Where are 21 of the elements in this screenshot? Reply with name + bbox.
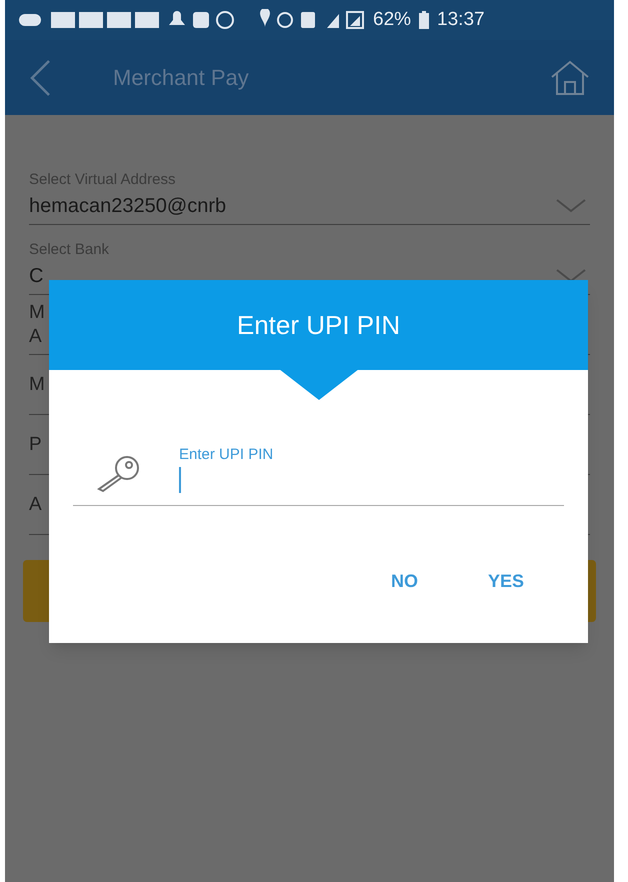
back-icon[interactable] xyxy=(29,58,51,96)
clock-time: 13:37 xyxy=(437,8,485,32)
home-icon[interactable] xyxy=(550,60,590,96)
screen-title: Merchant Pay xyxy=(113,64,250,92)
field-text: A xyxy=(29,492,42,516)
dialog-button[interactable]: YES xyxy=(484,568,528,595)
field-text: A xyxy=(29,324,42,348)
field-value[interactable]: C xyxy=(29,260,44,292)
field-text: M xyxy=(29,300,45,324)
dialog-button[interactable]: NO xyxy=(386,568,422,595)
pin-field[interactable]: Enter UPI PIN xyxy=(179,445,274,493)
field-text: P xyxy=(29,432,42,456)
battery-percent: 62% xyxy=(373,8,412,32)
field-value[interactable]: hemacan23250@cnrb xyxy=(29,190,226,222)
chevron-down-icon[interactable] xyxy=(556,269,586,283)
battery-icon xyxy=(419,11,430,29)
chevron-down-icon[interactable] xyxy=(556,199,586,213)
field-text: M xyxy=(29,372,45,396)
text-cursor xyxy=(179,467,181,493)
dialog-title: Enter UPI PIN xyxy=(236,308,400,342)
signal-icon xyxy=(325,10,365,30)
